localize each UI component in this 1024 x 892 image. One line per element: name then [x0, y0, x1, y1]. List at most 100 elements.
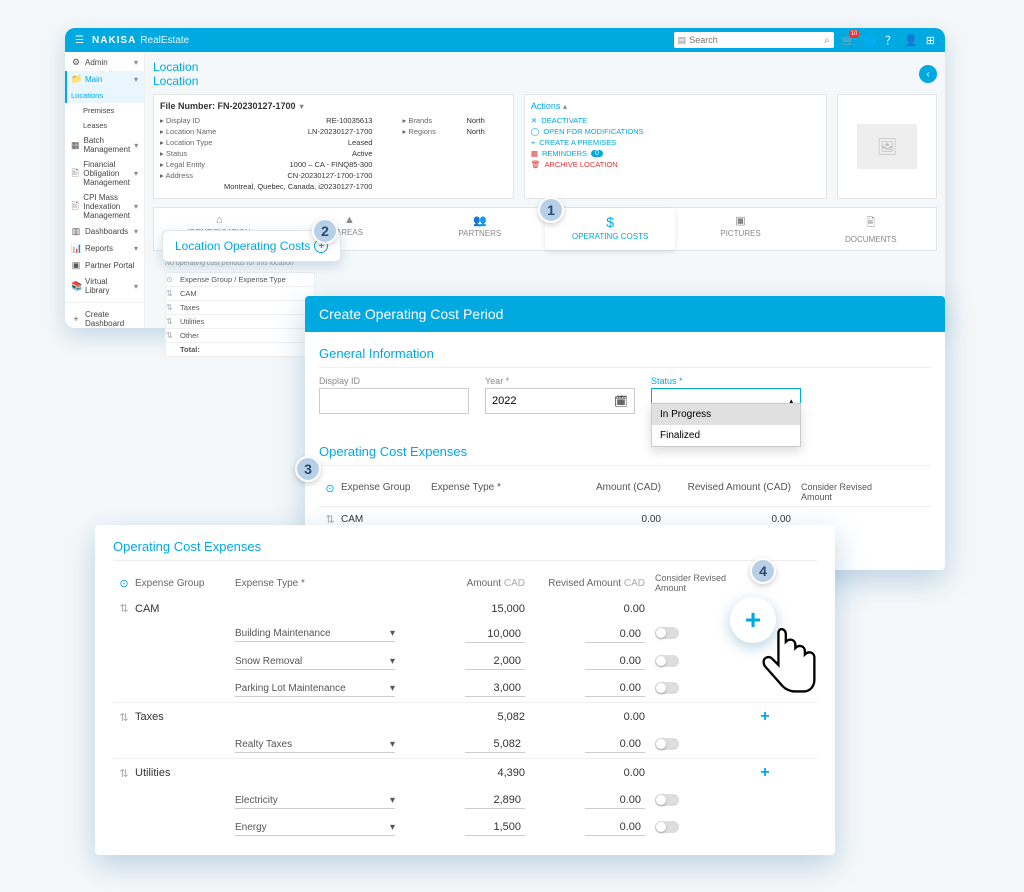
- item-row: Electricity▾ 2,890 0.00: [113, 787, 817, 814]
- page-title: Location: [153, 60, 198, 74]
- search-icon[interactable]: ⌕: [824, 35, 830, 46]
- notification-badge: 10: [849, 30, 860, 38]
- sidenav-main[interactable]: 📁Main▾: [65, 71, 144, 88]
- areas-icon: ▲: [286, 214, 412, 226]
- sidenav-cpimass[interactable]: 🖹CPI Mass Indexation Management▾: [65, 190, 144, 223]
- tab-partners[interactable]: 👥PARTNERS: [415, 208, 545, 250]
- cpi-icon: 🖹: [71, 199, 79, 215]
- action-reminders[interactable]: ▦REMINDERS 0: [531, 148, 820, 159]
- status-dropdown-list: In Progress Finalized: [651, 403, 801, 447]
- action-open-mod[interactable]: ◯OPEN FOR MODIFICATIONS: [531, 126, 820, 137]
- collapse-icon[interactable]: ⊙: [166, 275, 176, 284]
- expense-table-header: ⊙ Expense Group Expense Type * Amount (C…: [319, 478, 931, 507]
- action-archive[interactable]: 🗑ARCHIVE LOCATION: [531, 159, 820, 170]
- year-input[interactable]: 2022🗓: [485, 388, 635, 414]
- pictures-icon: ▣: [677, 214, 803, 227]
- action-create-premises[interactable]: +CREATE A PREMISES: [531, 137, 820, 148]
- cart-icon[interactable]: 🛒10: [842, 34, 856, 47]
- status-option-finalized[interactable]: Finalized: [652, 425, 800, 446]
- tab-operating-costs[interactable]: $OPERATING COSTS: [545, 208, 675, 250]
- amount-input[interactable]: 2,890: [465, 792, 525, 809]
- consider-toggle[interactable]: [655, 738, 679, 750]
- amount-input[interactable]: 2,000: [465, 653, 525, 670]
- actions-card: Actions ▴ ✕DEACTIVATE ◯OPEN FOR MODIFICA…: [524, 94, 827, 199]
- sidenav-premises[interactable]: Premises: [65, 103, 144, 118]
- display-id-input[interactable]: [319, 388, 469, 414]
- status-option-inprogress[interactable]: In Progress: [652, 404, 800, 425]
- sidenav-vlib[interactable]: 📚Virtual Library▾: [65, 274, 144, 298]
- expense-type-select[interactable]: Energy▾: [235, 820, 395, 836]
- add-row-button[interactable]: +: [745, 708, 785, 726]
- field-display-id: Display ID: [319, 376, 469, 414]
- action-deactivate[interactable]: ✕DEACTIVATE: [531, 115, 820, 126]
- revised-input[interactable]: 0.00: [585, 819, 645, 836]
- amount-input[interactable]: 10,000: [465, 626, 525, 643]
- finance-icon: 🖹: [71, 166, 79, 182]
- add-row-button[interactable]: +: [745, 764, 785, 782]
- sort-icon[interactable]: ⇅: [113, 602, 135, 615]
- sort-icon[interactable]: ⇅: [113, 711, 135, 724]
- globe-icon[interactable]: 🌐: [863, 34, 877, 47]
- sidenav-partner[interactable]: ▣Partner Portal: [65, 257, 144, 274]
- plus-icon: +: [71, 314, 81, 324]
- sidenav-leases[interactable]: Leases: [65, 118, 144, 133]
- brand-product: RealEstate: [140, 35, 189, 46]
- hamburger-icon[interactable]: ☰: [75, 35, 84, 46]
- sidenav-locations[interactable]: Locations: [65, 88, 144, 103]
- op-cost-expenses-title: Operating Cost Expenses: [319, 444, 931, 466]
- expense-type-select[interactable]: Parking Lot Maintenance▾: [235, 681, 395, 697]
- chevron-down-icon: ▾: [390, 628, 395, 639]
- trash-icon: 🗑: [531, 160, 541, 169]
- amount-input[interactable]: 1,500: [465, 819, 525, 836]
- sidenav-admin[interactable]: ⚙Admin▾: [65, 54, 144, 71]
- consider-toggle[interactable]: [655, 682, 679, 694]
- group-row-cam: ⇅ CAM 15,000 0.00: [113, 597, 817, 620]
- sidenav-reports[interactable]: 📊Reports▾: [65, 240, 144, 257]
- step-badge-1: 1: [538, 197, 564, 223]
- revised-input[interactable]: 0.00: [585, 792, 645, 809]
- amount-input[interactable]: 3,000: [465, 680, 525, 697]
- revised-input[interactable]: 0.00: [585, 653, 645, 670]
- sidenav-dashboards[interactable]: ▥Dashboards▾: [65, 223, 144, 240]
- expense-type-select[interactable]: Electricity▾: [235, 793, 395, 809]
- field-status: Status * ▴ In Progress Finalized: [651, 376, 801, 414]
- calendar-icon[interactable]: 🗓: [614, 395, 628, 408]
- revised-input[interactable]: 0.00: [585, 680, 645, 697]
- expense-type-select[interactable]: Realty Taxes▾: [235, 737, 395, 753]
- file-number-header: File Number: FN-20230127-1700 ▾: [160, 101, 507, 111]
- apps-icon[interactable]: ⊞: [926, 34, 935, 47]
- sidenav-finoblig[interactable]: 🖹Financial Obligation Management▾: [65, 157, 144, 190]
- search-box[interactable]: ▤ ⌕: [674, 32, 834, 48]
- user-icon[interactable]: 👤: [904, 34, 918, 47]
- sort-icon[interactable]: ⇅: [113, 767, 135, 780]
- expense-type-select[interactable]: Snow Removal▾: [235, 654, 395, 670]
- consider-toggle[interactable]: [655, 794, 679, 806]
- tab-documents[interactable]: 🖹DOCUMENTS: [806, 208, 936, 250]
- tab-pictures[interactable]: ▣PICTURES: [675, 208, 805, 250]
- calendar-icon: ▦: [531, 149, 538, 158]
- revised-input[interactable]: 0.00: [585, 626, 645, 643]
- item-row: Building Maintenance▾ 10,000 0.00 +: [113, 620, 817, 648]
- item-row: Energy▾ 1,500 0.00: [113, 814, 817, 841]
- sidenav-batch[interactable]: ▦Batch Management▾: [65, 133, 144, 157]
- reminder-count: 0: [591, 150, 603, 157]
- batch-icon: ▦: [71, 140, 80, 151]
- dashboard-icon: ▥: [71, 226, 81, 237]
- partners-icon: 👥: [417, 214, 543, 227]
- amount-input[interactable]: 5,082: [465, 736, 525, 753]
- sidenav: ⚙Admin▾ 📁Main▾ Locations Premises Leases…: [65, 52, 145, 328]
- sidenav-createdb[interactable]: +Create Dashboard: [65, 307, 144, 328]
- collapse-icon[interactable]: ‹: [919, 65, 937, 83]
- collapse-all-icon[interactable]: ⊙: [319, 482, 341, 502]
- folder-icon: 📁: [71, 74, 81, 85]
- revised-input[interactable]: 0.00: [585, 736, 645, 753]
- consider-toggle[interactable]: [655, 821, 679, 833]
- collapse-all-icon[interactable]: ⊙: [113, 577, 135, 590]
- item-row: Parking Lot Maintenance▾ 3,000 0.00: [113, 675, 817, 702]
- consider-toggle[interactable]: [655, 655, 679, 667]
- search-input[interactable]: [689, 35, 824, 45]
- help-icon[interactable]: ？: [885, 32, 896, 48]
- expense-type-select[interactable]: Building Maintenance▾: [235, 626, 395, 642]
- cursor-hand-icon: [756, 628, 822, 707]
- consider-toggle[interactable]: [655, 627, 679, 639]
